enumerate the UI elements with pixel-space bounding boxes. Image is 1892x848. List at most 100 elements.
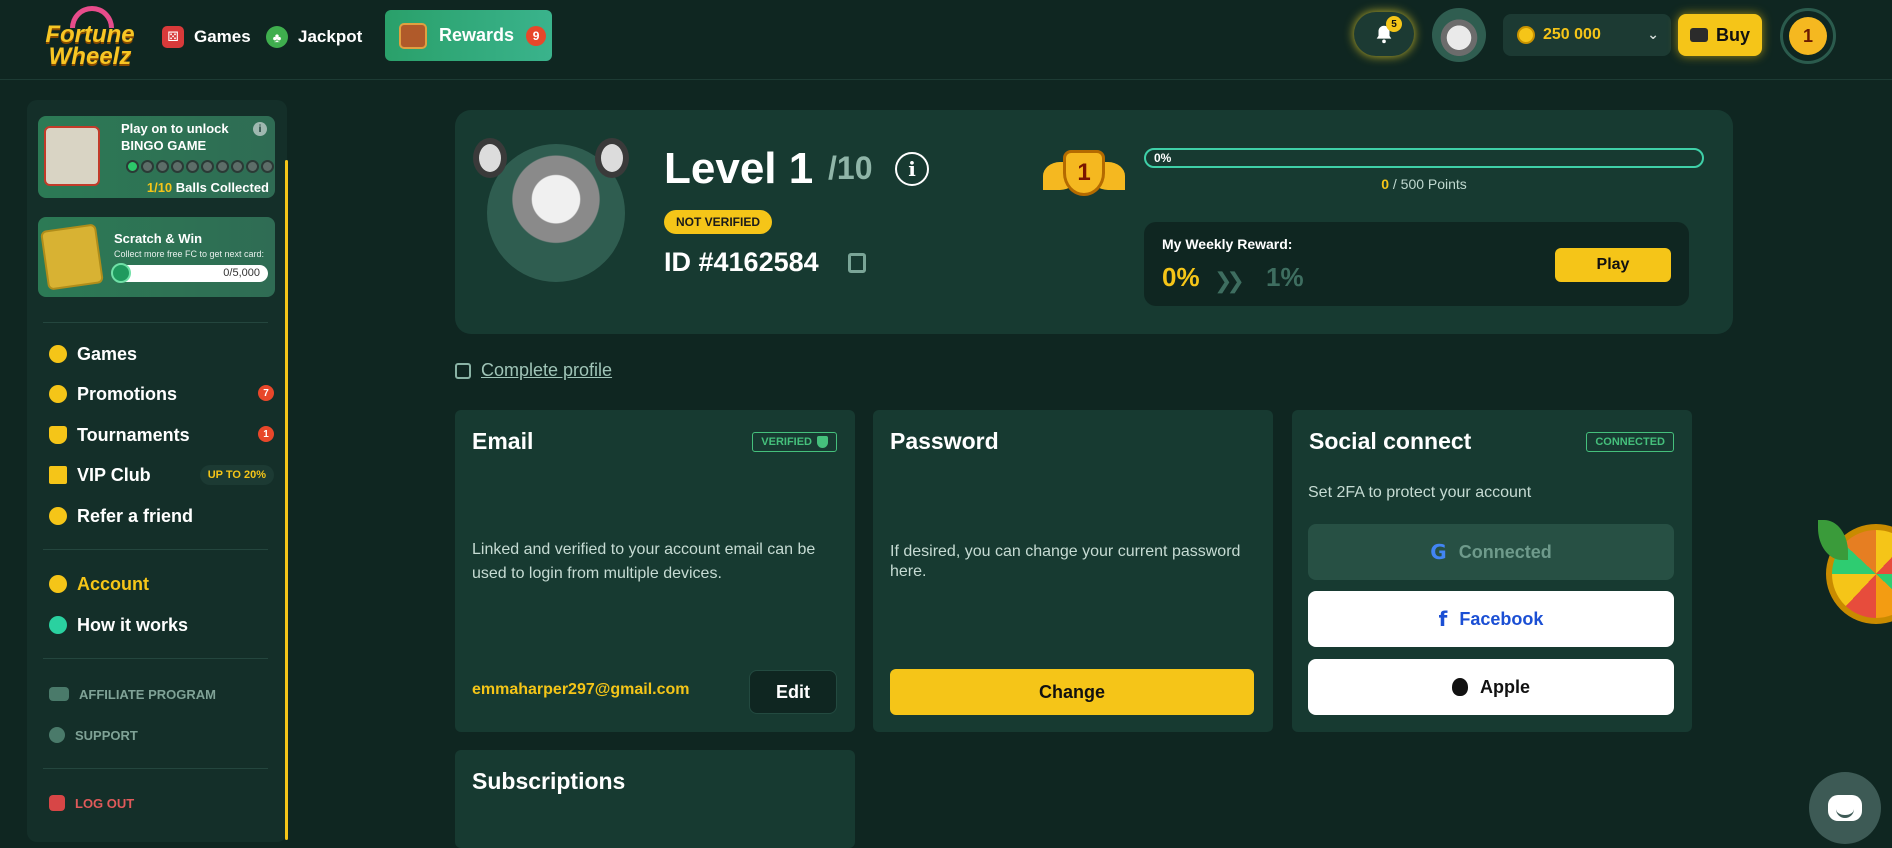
sidebar-item-how-it-works[interactable]: How it works <box>49 610 274 640</box>
divider <box>43 322 268 323</box>
sidebar-item-label: Games <box>77 343 138 364</box>
headset-icon <box>49 727 65 743</box>
logout-link[interactable]: LOG OUT <box>49 791 274 815</box>
bingo-ball <box>231 160 244 173</box>
shield-check-icon <box>817 436 828 448</box>
sidebar-item-label: Account <box>77 573 149 594</box>
live-chat-button[interactable] <box>1809 772 1881 844</box>
password-card-title: Password <box>890 428 999 454</box>
level-max: /10 <box>828 150 873 186</box>
level-progress-bar: 0% <box>1144 148 1704 168</box>
crown-icon <box>49 466 67 484</box>
email-description: Linked and verified to your account emai… <box>472 541 816 582</box>
google-label: Connected <box>1458 541 1552 562</box>
info-icon[interactable]: i <box>253 122 267 136</box>
scratch-win-card[interactable]: Scratch & Win Collect more free FC to ge… <box>38 217 275 297</box>
sidebar-link-support[interactable]: SUPPORT <box>49 723 274 747</box>
notifications-button[interactable]: 5 <box>1354 12 1414 56</box>
sidebar-link-label: AFFILIATE PROGRAM <box>79 686 216 702</box>
level-badge[interactable]: 1 <box>1780 8 1836 64</box>
password-description: If desired, you can change your current … <box>890 543 1241 580</box>
edit-email-button[interactable]: Edit <box>749 670 837 714</box>
rewards-button[interactable]: Rewards 9 <box>385 10 552 61</box>
sidebar-item-label: Tournaments <box>77 424 190 445</box>
chat-icon <box>1828 795 1862 821</box>
balls-collected-label: Balls Collected <box>175 180 269 195</box>
points-total: / 500 Points <box>1388 176 1467 192</box>
edit-icon <box>455 362 471 379</box>
play-button[interactable]: Play <box>1555 248 1671 282</box>
complete-profile-link[interactable]: Complete profile <box>455 360 612 381</box>
bingo-ball <box>156 160 169 173</box>
apple-icon <box>1451 678 1468 696</box>
bingo-ball <box>141 160 154 173</box>
level-badge-value: 1 <box>1789 17 1827 55</box>
complete-profile-label: Complete profile <box>481 360 613 380</box>
medal-level: 1 <box>1063 150 1105 196</box>
email-card: Email VERIFIED Linked and verified to yo… <box>455 410 855 732</box>
buy-label: Buy <box>1715 24 1750 45</box>
level-card: Level 1 /10 i NOT VERIFIED ID #4162584 1… <box>455 110 1733 334</box>
info-icon[interactable]: i <box>895 152 929 186</box>
handshake-icon <box>49 687 69 701</box>
scratch-subtitle: Collect more free FC to get next card: <box>114 249 265 259</box>
notifications-badge: 5 <box>1386 16 1402 32</box>
bingo-promo-card[interactable]: Play on to unlock BINGO GAME i 1/10 Ball… <box>38 116 275 198</box>
tournaments-badge: 1 <box>258 426 274 442</box>
verification-status-badge: NOT VERIFIED <box>664 210 773 234</box>
promotions-badge: 7 <box>258 385 274 401</box>
sidebar-item-vip-club[interactable]: VIP Club UP TO 20% <box>49 460 274 490</box>
sidebar-link-label: SUPPORT <box>75 727 138 743</box>
coin-icon <box>1517 26 1535 44</box>
connected-badge: CONNECTED <box>1586 432 1674 452</box>
apple-connect-button[interactable]: Apple <box>1308 659 1674 715</box>
rewards-label: Rewards <box>439 25 515 45</box>
user-avatar[interactable] <box>1432 8 1486 62</box>
sidebar-item-tournaments[interactable]: Tournaments 1 <box>49 420 274 450</box>
apple-label: Apple <box>1479 676 1530 697</box>
bingo-ball <box>171 160 184 173</box>
facebook-connect-button[interactable]: f Facebook <box>1308 591 1674 647</box>
fortune-wheelz-logo[interactable]: Fortune Wheelz <box>34 6 146 72</box>
sidebar-item-promotions[interactable]: Promotions 7 <box>49 379 274 409</box>
sidebar-item-refer-friend[interactable]: Refer a friend <box>49 501 274 531</box>
sidebar-item-games[interactable]: Games <box>49 339 274 369</box>
vip-tag: UP TO 20% <box>199 465 274 485</box>
change-password-button[interactable]: Change <box>890 669 1254 715</box>
weekly-reward-label: My Weekly Reward: <box>1162 236 1293 252</box>
google-connected-button[interactable]: G Connected <box>1308 524 1674 580</box>
nav-jackpot-label: Jackpot <box>298 27 363 46</box>
password-card: Password If desired, you can change your… <box>873 410 1273 732</box>
scratch-progress-bar: 0/5,000 <box>111 263 268 283</box>
lemur-ear-right <box>595 138 629 178</box>
copy-icon[interactable] <box>848 253 866 273</box>
bingo-ball <box>216 160 229 173</box>
lemur-ear-left <box>473 138 507 178</box>
user-id: ID #4162584 <box>664 247 819 277</box>
sidebar-scrollbar[interactable] <box>285 160 288 840</box>
percent-icon <box>49 385 67 403</box>
question-icon <box>49 616 67 634</box>
bingo-ball <box>201 160 214 173</box>
scratch-title: Scratch & Win <box>114 231 203 246</box>
progress-coin-icon <box>111 263 131 283</box>
nav-jackpot[interactable]: ♣ Jackpot <box>266 22 362 52</box>
nav-games-label: Games <box>194 27 251 46</box>
balance-value: 250 000 <box>1543 26 1601 43</box>
level-title: Level 1 <box>664 144 814 193</box>
scratch-progress-text: 0/5,000 <box>223 267 260 279</box>
sidebar-item-account[interactable]: Account <box>49 569 274 599</box>
weekly-reward-panel: My Weekly Reward: 0% ❯❯ 1% Play <box>1144 222 1689 306</box>
double-chevron-right-icon: ❯❯ <box>1214 268 1245 293</box>
sidebar-item-label: Refer a friend <box>77 505 194 526</box>
balance-selector[interactable]: 250 000 ⌄ <box>1503 14 1671 56</box>
email-value: emmaharper297@gmail.com <box>472 681 690 698</box>
bingo-ball <box>126 160 139 173</box>
logout-icon <box>49 795 65 811</box>
buy-button[interactable]: Buy <box>1678 14 1762 56</box>
treasure-chest-icon <box>399 22 427 49</box>
bingo-balls <box>126 160 274 173</box>
subscriptions-card: Subscriptions <box>455 750 855 848</box>
sidebar-link-affiliate[interactable]: AFFILIATE PROGRAM <box>49 682 274 706</box>
nav-games[interactable]: ⚄ Games <box>162 22 251 52</box>
